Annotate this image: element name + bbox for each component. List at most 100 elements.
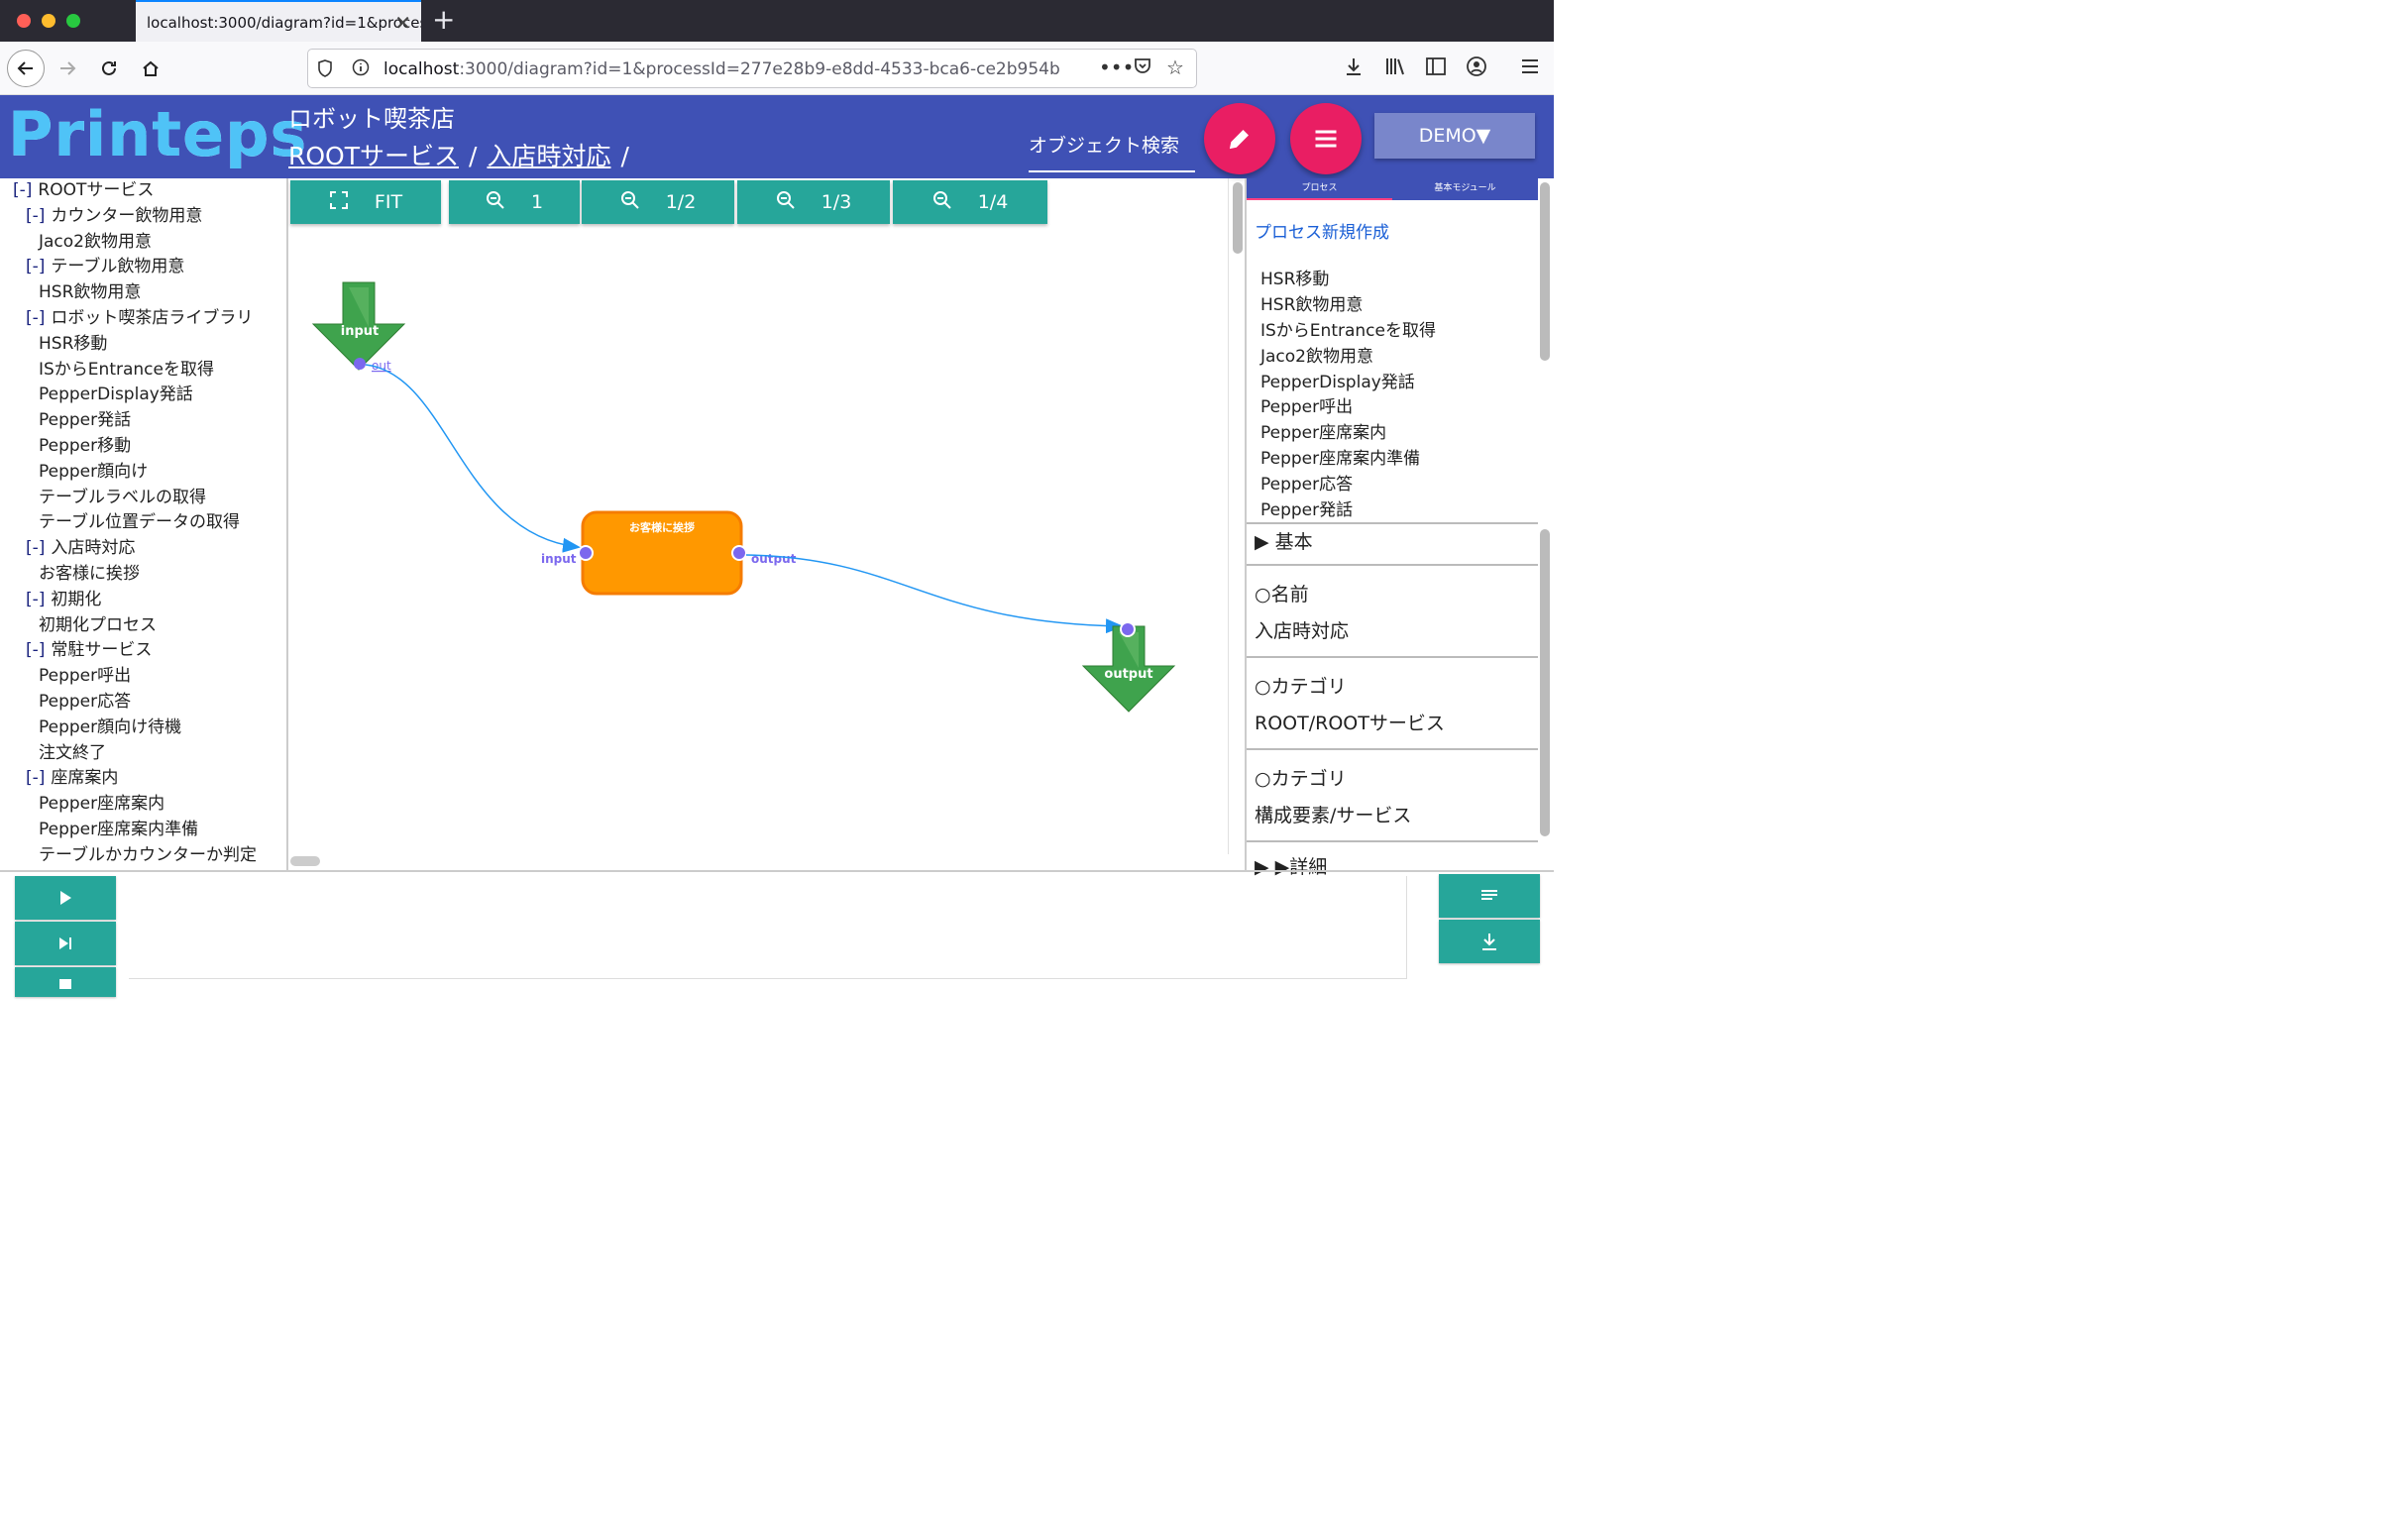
output-in-port[interactable] — [1120, 621, 1136, 637]
sidebar-icon[interactable] — [1425, 55, 1447, 82]
tree-toggle[interactable]: [-] — [26, 640, 45, 660]
module-list-item[interactable]: HSR移動 — [1260, 268, 1436, 293]
basic-section-header[interactable]: ▶ 基本 — [1255, 527, 1313, 554]
module-list-item[interactable]: Pepper座席案内準備 — [1260, 447, 1436, 473]
more-icon[interactable]: ••• — [1093, 55, 1135, 79]
edge-process-to-output[interactable] — [745, 554, 1124, 634]
tree-item[interactable]: Pepper発話 — [0, 408, 286, 434]
properties-scrollbar[interactable] — [1540, 529, 1550, 836]
tab-basic-module[interactable]: 基本モジュール — [1392, 178, 1538, 200]
module-list-item[interactable]: Pepper応答 — [1260, 473, 1436, 498]
tree-item[interactable]: [-] テーブル飲物用意 — [0, 255, 286, 280]
module-list-item[interactable]: ISからEntranceを取得 — [1260, 319, 1436, 345]
input-terminal-node[interactable]: input — [311, 281, 406, 371]
info-icon[interactable] — [352, 58, 370, 81]
demo-dropdown[interactable]: DEMO▼ — [1374, 113, 1535, 159]
tree-item[interactable]: お客様に挨拶 — [0, 562, 286, 588]
object-search-field[interactable]: オブジェクト検索 — [1029, 125, 1195, 172]
tree-toggle[interactable]: [-] — [26, 590, 45, 609]
zoom-half-button[interactable]: 1/2 — [582, 180, 734, 224]
diagram-canvas[interactable]: input out お客様に挨拶 input output output — [290, 226, 1228, 852]
tree-toggle[interactable]: [-] — [26, 206, 45, 226]
tree-item[interactable]: HSR移動 — [0, 332, 286, 358]
edge-input-to-process[interactable] — [365, 364, 581, 553]
tree-item[interactable]: Pepper顔向け待機 — [0, 715, 286, 741]
tree-item[interactable]: [-] 初期化 — [0, 588, 286, 613]
home-button[interactable] — [132, 50, 169, 87]
new-tab-button[interactable]: + — [432, 5, 455, 35]
tree-item[interactable]: 初期化プロセス — [0, 613, 286, 639]
stop-button[interactable] — [15, 967, 116, 997]
new-process-link[interactable]: プロセス新規作成 — [1255, 218, 1389, 243]
breadcrumb-root[interactable]: ROOTサービス — [288, 142, 459, 170]
tree-item[interactable]: Pepper顔向け — [0, 460, 286, 486]
library-icon[interactable] — [1384, 55, 1406, 82]
tree-item[interactable]: Pepper応答 — [0, 690, 286, 715]
tree-item[interactable]: [-] 座席案内 — [0, 766, 286, 792]
diagram-vertical-scrollbar[interactable] — [1233, 182, 1243, 254]
tree-toggle[interactable]: [-] — [26, 768, 45, 788]
zoom-third-button[interactable]: 1/3 — [737, 180, 890, 224]
output-terminal-node[interactable]: output — [1081, 625, 1176, 713]
tree-item[interactable]: HSR飲物用意 — [0, 280, 286, 306]
url-bar[interactable]: localhost:3000/diagram?id=1&processId=27… — [307, 49, 1197, 88]
module-list-item[interactable]: Pepper座席案内 — [1260, 421, 1436, 447]
tree-item[interactable]: テーブルラベルの取得 — [0, 486, 286, 511]
play-button[interactable] — [15, 876, 116, 920]
process-input-port[interactable] — [578, 545, 594, 561]
process-node[interactable]: お客様に挨拶 — [581, 510, 743, 596]
tree-item[interactable]: [-] ロボット喫茶店ライブラリ — [0, 306, 286, 332]
app-logo[interactable]: Printeps — [8, 103, 307, 166]
browser-tab[interactable]: localhost:3000/diagram?id=1&processId=27… — [136, 0, 421, 42]
tree-toggle[interactable]: [-] — [26, 538, 45, 558]
forward-button[interactable] — [49, 50, 86, 87]
menu-button[interactable] — [1290, 103, 1362, 174]
tree-item[interactable]: [-] カウンター飲物用意 — [0, 204, 286, 230]
log-view-button[interactable] — [1439, 874, 1540, 918]
tree-item[interactable]: PepperDisplay発話 — [0, 383, 286, 408]
tree-item[interactable]: [-] 入店時対応 — [0, 536, 286, 562]
download-icon[interactable] — [1343, 55, 1365, 82]
log-output-area[interactable] — [129, 876, 1407, 979]
tree-item[interactable]: Pepper移動 — [0, 434, 286, 460]
bookmark-star-icon[interactable]: ☆ — [1166, 55, 1184, 79]
zoom-fit-button[interactable]: FIT — [290, 180, 441, 224]
pocket-icon[interactable] — [1133, 55, 1152, 80]
tree-item[interactable]: Pepper呼出 — [0, 664, 286, 690]
edit-button[interactable] — [1204, 103, 1275, 174]
tree-item[interactable]: テーブル位置データの取得 — [0, 510, 286, 536]
tree-item[interactable]: Pepper座席案内準備 — [0, 818, 286, 843]
tree-item[interactable]: Jaco2飲物用意 — [0, 230, 286, 256]
zoom-1-button[interactable]: 1 — [449, 180, 580, 224]
tree-toggle[interactable]: [-] — [26, 257, 45, 276]
module-list-scrollbar[interactable] — [1540, 182, 1550, 361]
download-log-button[interactable] — [1439, 920, 1540, 963]
tree-item[interactable]: テーブルかカウンターか判定 — [0, 843, 286, 869]
tree-item[interactable]: ISからEntranceを取得 — [0, 358, 286, 384]
input-out-port[interactable] — [354, 358, 366, 370]
tab-process[interactable]: プロセス — [1247, 178, 1392, 200]
step-button[interactable] — [15, 922, 116, 965]
tree-toggle[interactable]: [-] — [13, 180, 32, 200]
module-list-item[interactable]: Jaco2飲物用意 — [1260, 345, 1436, 371]
process-output-port[interactable] — [731, 545, 747, 561]
window-close-button[interactable] — [17, 14, 31, 28]
zoom-quarter-button[interactable]: 1/4 — [893, 180, 1047, 224]
module-list-item[interactable]: Pepper発話 — [1260, 498, 1436, 524]
shield-icon[interactable] — [316, 58, 334, 83]
breadcrumb-current[interactable]: 入店時対応 — [487, 142, 610, 170]
back-button[interactable] — [7, 50, 45, 87]
hamburger-icon[interactable] — [1519, 55, 1541, 82]
reload-button[interactable] — [90, 50, 128, 87]
tree-toggle[interactable]: [-] — [26, 308, 45, 328]
account-icon[interactable] — [1466, 55, 1487, 82]
window-maximize-button[interactable] — [66, 14, 80, 28]
tab-close-icon[interactable]: ✕ — [394, 11, 411, 35]
tree-item[interactable]: 注文終了 — [0, 741, 286, 767]
tree-item[interactable]: [-] ROOTサービス — [0, 178, 286, 204]
module-list-item[interactable]: PepperDisplay発話 — [1260, 371, 1436, 396]
diagram-horizontal-scrollbar[interactable] — [290, 856, 320, 866]
tree-item[interactable]: Pepper座席案内 — [0, 792, 286, 818]
tree-item[interactable]: [-] 常駐サービス — [0, 638, 286, 664]
window-minimize-button[interactable] — [42, 14, 55, 28]
